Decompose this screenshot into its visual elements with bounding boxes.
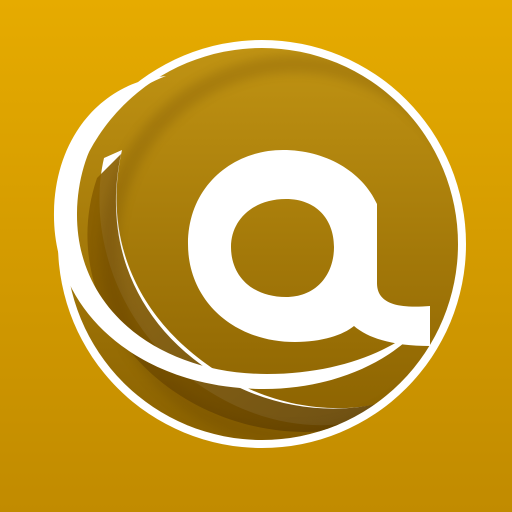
app-icon[interactable] bbox=[0, 0, 512, 512]
email-at-icon-artwork bbox=[0, 0, 512, 512]
